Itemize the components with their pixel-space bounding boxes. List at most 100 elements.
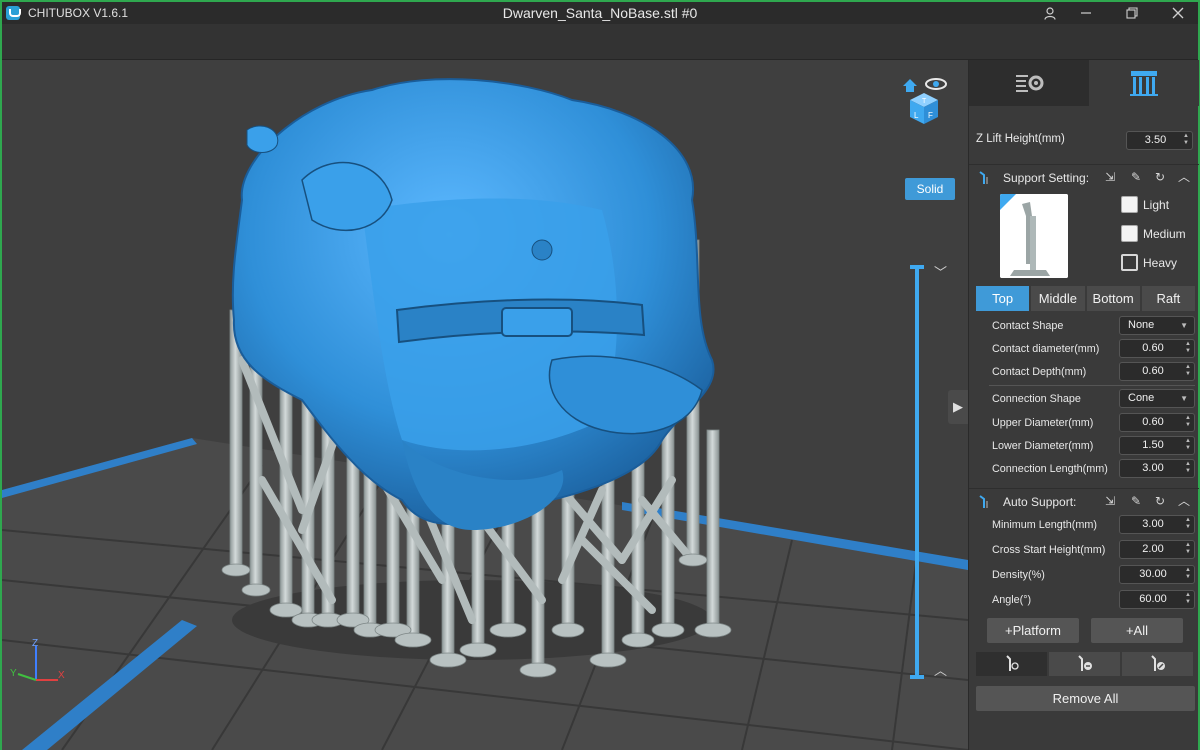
chevron-up-icon[interactable]: ︿ <box>934 660 947 679</box>
eye-icon[interactable] <box>925 78 947 90</box>
spin-arrows-icon[interactable]: ▲ ▼ <box>1185 517 1191 531</box>
restore-button[interactable] <box>1112 2 1152 24</box>
remove-all-button[interactable]: Remove All <box>976 686 1195 711</box>
angle-label: Angle(°) <box>992 594 1032 606</box>
layer-slider-top-handle[interactable] <box>910 265 924 269</box>
edit-support-button[interactable] <box>1122 652 1193 676</box>
app-window: CHITUBOX V1.6.1 Dwarven_Santa_NoBase.stl… <box>0 0 1200 750</box>
upper-diameter-input[interactable]: 0.60 ▲ ▼ <box>1119 413 1195 432</box>
preset-medium-checkbox[interactable] <box>1121 225 1138 242</box>
refresh-icon[interactable]: ↻ <box>1153 170 1167 184</box>
support-setting-title: Support Setting: <box>1003 171 1090 185</box>
refresh-icon[interactable]: ↻ <box>1153 494 1167 508</box>
support-setting-icon <box>979 171 988 184</box>
spin-arrows-icon[interactable]: ▲ ▼ <box>1185 415 1191 429</box>
tab-middle[interactable]: Middle <box>1031 286 1085 311</box>
spin-arrows-icon[interactable]: ▲ ▼ <box>1185 592 1191 606</box>
contact-depth-label: Contact Depth(mm) <box>992 366 1087 378</box>
tab-top[interactable]: Top <box>976 286 1030 311</box>
connection-shape-select[interactable]: Cone ▼ <box>1119 389 1195 408</box>
import-icon[interactable]: ⇲ <box>1103 170 1117 184</box>
contact-diameter-label: Contact diameter(mm) <box>992 343 1100 355</box>
lower-diameter-input[interactable]: 1.50 ▲ ▼ <box>1119 436 1195 455</box>
lower-diameter-value: 1.50 <box>1142 439 1164 451</box>
toolbar <box>2 24 1198 60</box>
auto-support-title: Auto Support: <box>1003 495 1077 509</box>
chevron-down-icon[interactable]: ﹀ <box>934 262 947 281</box>
tab-settings[interactable] <box>969 60 1089 106</box>
auto-support-icon <box>979 495 988 508</box>
spin-arrows-icon[interactable]: ▲ ▼ <box>1185 341 1191 355</box>
contact-shape-select[interactable]: None ▼ <box>1119 316 1195 335</box>
angle-input[interactable]: 60.00 ▲ ▼ <box>1119 590 1195 609</box>
connection-length-input[interactable]: 3.00 ▲ ▼ <box>1119 459 1195 478</box>
add-support-icon <box>1005 655 1019 671</box>
export-icon[interactable]: ✎ <box>1129 170 1143 184</box>
spin-arrows-icon[interactable]: ▲ ▼ <box>1183 133 1189 147</box>
tab-bottom[interactable]: Bottom <box>1086 286 1140 311</box>
preset-heavy-checkbox[interactable] <box>1121 254 1138 271</box>
dropdown-arrow-icon: ▼ <box>1180 394 1188 403</box>
angle-value: 60.00 <box>1139 593 1167 605</box>
cube-face-front: F <box>928 111 933 120</box>
export-icon[interactable]: ✎ <box>1129 494 1143 508</box>
upper-diameter-value: 0.60 <box>1142 416 1164 428</box>
contact-depth-input[interactable]: 0.60 ▲ ▼ <box>1119 362 1195 381</box>
3d-viewport[interactable]: T L F Solid ﹀ ︿ ▶ Z X Y <box>2 60 968 750</box>
z-lift-value: 3.50 <box>1144 134 1167 146</box>
collapse-up-icon[interactable]: ︿ <box>1177 494 1191 508</box>
dropdown-arrow-icon: ▼ <box>1180 321 1188 330</box>
connection-length-value: 3.00 <box>1142 462 1164 474</box>
title-bar: CHITUBOX V1.6.1 Dwarven_Santa_NoBase.stl… <box>2 2 1198 24</box>
cross-start-height-value: 2.00 <box>1142 543 1164 555</box>
view-cube[interactable]: T L F <box>900 76 950 128</box>
minimize-button[interactable] <box>1066 2 1106 24</box>
spin-arrows-icon[interactable]: ▲ ▼ <box>1185 438 1191 452</box>
spin-arrows-icon[interactable]: ▲ ▼ <box>1185 567 1191 581</box>
support-section-tabs: Top Middle Bottom Raft <box>976 286 1195 311</box>
contact-diameter-input[interactable]: 0.60 ▲ ▼ <box>1119 339 1195 358</box>
axis-x-label: X <box>58 670 65 681</box>
collapse-up-icon[interactable]: ︿ <box>1177 170 1191 184</box>
divider <box>989 385 1195 386</box>
account-icon[interactable] <box>1030 2 1070 24</box>
axis-z-label: Z <box>32 638 38 649</box>
panel-tabs <box>969 60 1199 106</box>
minimum-length-input[interactable]: 3.00 ▲ ▼ <box>1119 515 1195 534</box>
tab-raft[interactable]: Raft <box>1141 286 1195 311</box>
preset-heavy-label: Heavy <box>1143 256 1178 270</box>
upper-diameter-label: Upper Diameter(mm) <box>992 417 1094 429</box>
preset-light-checkbox[interactable] <box>1121 196 1138 213</box>
z-lift-input[interactable]: 3.50 ▲ ▼ <box>1126 131 1193 150</box>
import-icon[interactable]: ⇲ <box>1103 494 1117 508</box>
lower-diameter-label: Lower Diameter(mm) <box>992 440 1094 452</box>
edit-support-icon <box>1150 655 1165 671</box>
panel-collapse-button[interactable]: ▶ <box>948 390 968 424</box>
layer-slider-bottom-handle[interactable] <box>910 675 924 679</box>
support-setting-header: Support Setting: ⇲ ✎ ↻ ︿ <box>969 164 1199 190</box>
add-support-button[interactable] <box>976 652 1047 676</box>
connection-shape-label: Connection Shape <box>992 393 1081 405</box>
tab-supports[interactable] <box>1089 60 1199 106</box>
density-input[interactable]: 30.00 ▲ ▼ <box>1119 565 1195 584</box>
layer-slider[interactable] <box>910 265 924 679</box>
add-all-button[interactable]: +All <box>1091 618 1183 643</box>
density-value: 30.00 <box>1139 568 1167 580</box>
render-mode-button[interactable]: Solid <box>905 178 955 200</box>
spin-arrows-icon[interactable]: ▲ ▼ <box>1185 364 1191 378</box>
cube-face-top: T <box>922 98 927 105</box>
auto-support-header: Auto Support: ⇲ ✎ ↻ ︿ <box>969 488 1199 514</box>
delete-support-button[interactable] <box>1049 652 1120 676</box>
layer-slider-track[interactable] <box>915 265 919 679</box>
spin-arrows-icon[interactable]: ▲ ▼ <box>1185 542 1191 556</box>
minimum-length-value: 3.00 <box>1142 518 1164 530</box>
home-icon[interactable] <box>903 79 917 92</box>
cross-start-height-input[interactable]: 2.00 ▲ ▼ <box>1119 540 1195 559</box>
preset-medium-label: Medium <box>1143 227 1186 241</box>
add-platform-button[interactable]: +Platform <box>987 618 1079 643</box>
spin-arrows-icon[interactable]: ▲ ▼ <box>1185 461 1191 475</box>
preset-light-label: Light <box>1143 198 1170 212</box>
close-button[interactable] <box>1158 2 1198 24</box>
app-name: CHITUBOX V1.6.1 <box>28 6 129 20</box>
support-pillars-icon <box>1130 71 1158 96</box>
